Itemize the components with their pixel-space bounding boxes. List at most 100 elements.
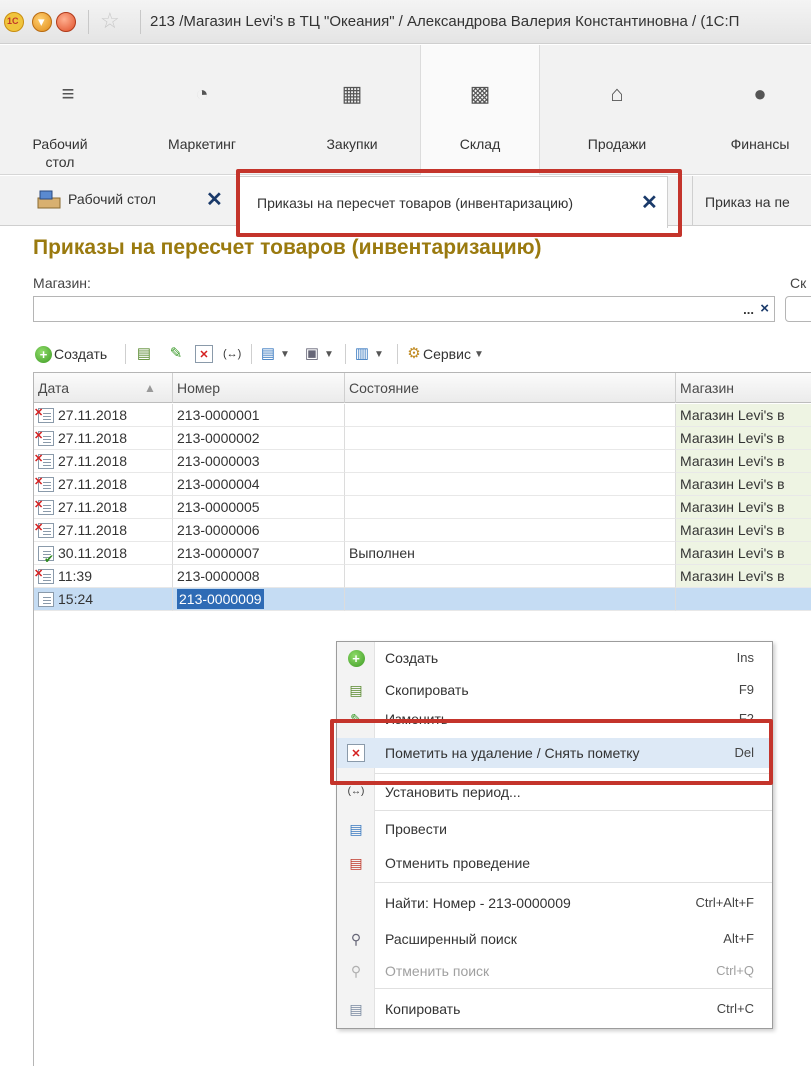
create-button[interactable]: + Создать: [35, 340, 107, 368]
deleted-doc-icon: [34, 565, 54, 586]
section-desktop[interactable]: ≡ Рабочий стол: [8, 45, 128, 175]
menu-item-create[interactable]: + Создать Ins: [337, 643, 772, 673]
menu-item-edit[interactable]: ✎ Изменить F2: [337, 704, 772, 734]
copy-button[interactable]: ▤: [135, 340, 153, 368]
table-row[interactable]: 11:39 213-0000008 Магазин Levi's в: [34, 565, 811, 588]
menu-item-mark-deletion[interactable]: ✕ Пометить на удаление / Снять пометку D…: [337, 738, 772, 768]
green-plus-icon: +: [347, 649, 365, 667]
menu-item-shortcut: F2: [738, 711, 754, 726]
deleted-doc-icon: [34, 496, 54, 517]
table-row[interactable]: 27.11.2018 213-0000001 Магазин Levi's в: [34, 404, 811, 427]
number-value-selected: 213-0000009: [177, 589, 264, 609]
menu-item-copy-text[interactable]: ▤ Копировать Ctrl+C: [337, 994, 772, 1024]
column-header-state[interactable]: Состояние: [345, 373, 676, 403]
deleted-doc-icon: [34, 450, 54, 471]
printer-icon: ▣: [304, 345, 320, 362]
section-marketing[interactable]: ◔ Маркетинг: [142, 45, 262, 175]
column-header-store[interactable]: Магазин: [676, 373, 811, 403]
main-menu-dropdown-icon[interactable]: [32, 12, 52, 32]
mark-delete-button[interactable]: ✕: [195, 340, 213, 368]
circle-menu-icon[interactable]: [56, 12, 76, 32]
table-row[interactable]: 27.11.2018 213-0000005 Магазин Levi's в: [34, 496, 811, 519]
app-logo-icon[interactable]: [4, 12, 24, 32]
date-cell: 27.11.2018: [34, 427, 173, 450]
menu-separator: [375, 773, 772, 774]
date-value: 27.11.2018: [58, 499, 128, 515]
reports-dropdown-button[interactable]: ▥ ▼: [353, 340, 384, 368]
store-cell: Магазин Levi's в: [676, 496, 811, 519]
menu-item-post[interactable]: ▤ Провести: [337, 814, 772, 844]
favorites-star-icon[interactable]: ☆: [100, 8, 120, 34]
window-title: 213 /Магазин Levi's в ТЦ "Океания" / Але…: [150, 13, 740, 30]
date-cell: 11:39: [34, 565, 173, 588]
warehouse-filter-input[interactable]: [785, 296, 811, 322]
menu-item-shortcut: Ins: [736, 650, 754, 665]
menu-item-set-period[interactable]: (↔) Установить период...: [337, 777, 772, 807]
menu-item-cancel-search[interactable]: ⚲ Отменить поиск Ctrl+Q: [337, 956, 772, 986]
select-button[interactable]: ...: [743, 302, 754, 317]
state-cell: Выполнен: [345, 542, 676, 565]
copy-doc-icon: ▤: [349, 682, 363, 698]
date-cell: 27.11.2018: [34, 450, 173, 473]
toolbar-divider: [251, 344, 252, 364]
open-windows-tabs: Рабочий стол ✕ Приказы на пересчет товар…: [0, 176, 811, 228]
store-filter-label: Магазин:: [33, 275, 91, 291]
store-filter-input[interactable]: ... ×: [33, 296, 775, 322]
section-label: Закупки: [326, 136, 378, 152]
section-finance[interactable]: ● Финансы: [700, 45, 811, 175]
section-sales[interactable]: ⌂ Продажи: [557, 45, 677, 175]
edit-button[interactable]: ✎: [167, 340, 185, 368]
menu-item-find[interactable]: Найти: Номер - 213-0000009 Ctrl+Alt+F: [337, 888, 772, 918]
clear-field-icon[interactable]: ×: [760, 300, 769, 317]
menu-item-unpost[interactable]: ▤ Отменить проведение: [337, 848, 772, 878]
service-dropdown-button[interactable]: ⚙ Сервис ▼: [405, 340, 484, 368]
menu-item-label: Найти: Номер - 213-0000009: [385, 895, 571, 911]
menu-item-shortcut: Ctrl+Alt+F: [695, 895, 754, 910]
print-dropdown-button[interactable]: ▣ ▼: [303, 340, 334, 368]
menu-item-label: Скопировать: [385, 682, 469, 698]
tab-label: Приказ на пе: [705, 194, 790, 210]
menu-item-shortcut: Del: [734, 745, 754, 760]
copy-icon: ▤: [349, 1001, 363, 1017]
cart-icon: ▦: [341, 81, 363, 106]
date-cell: 27.11.2018: [34, 404, 173, 427]
chevron-down-icon: ▼: [324, 348, 334, 360]
list-toolbar: + Создать ▤ ✎ ✕ (↔) ▤ ▼ ▣ ▼ ▥ ▼ ⚙ Сервис ▼: [33, 340, 793, 368]
deleted-doc-icon: [34, 427, 54, 448]
number-cell: 213-0000009: [173, 588, 345, 611]
tab-desktop[interactable]: Рабочий стол ✕: [30, 176, 235, 226]
menu-item-label: Отменить поиск: [385, 963, 490, 979]
column-header-number[interactable]: Номер: [173, 373, 345, 403]
table-row[interactable]: 27.11.2018 213-0000003 Магазин Levi's в: [34, 450, 811, 473]
menu-item-label: Пометить на удаление / Снять пометку: [385, 745, 640, 761]
close-tab-icon[interactable]: ✕: [641, 190, 658, 215]
tab-inventory-order[interactable]: Приказ на пе: [692, 176, 811, 226]
pie-chart-icon: ◔: [195, 81, 209, 106]
toolbar-divider: [345, 344, 346, 364]
menu-item-copy[interactable]: ▤ Скопировать F9: [337, 675, 772, 705]
section-purchases[interactable]: ▦ Закупки: [292, 45, 412, 175]
menu-item-advanced-search[interactable]: ⚲ Расширенный поиск Alt+F: [337, 924, 772, 954]
column-header-date[interactable]: Дата ▲: [34, 373, 173, 403]
date-cell: 30.11.2018: [34, 542, 173, 565]
menu-item-label: Создать: [385, 650, 439, 666]
menu-item-shortcut: Ctrl+C: [716, 1001, 754, 1016]
store-cell: Магазин Levi's в: [676, 404, 811, 427]
menu-item-shortcut: Ctrl+Q: [716, 963, 754, 978]
title-divider: [140, 10, 141, 34]
tab-inventory-orders[interactable]: Приказы на пересчет товаров (инвентариза…: [238, 176, 668, 228]
magnifier-icon: ⚲: [350, 931, 362, 947]
close-tab-icon[interactable]: ✕: [206, 187, 223, 212]
set-period-button[interactable]: (↔): [223, 340, 241, 368]
table-row[interactable]: 27.11.2018 213-0000002 Магазин Levi's в: [34, 427, 811, 450]
table-row[interactable]: 27.11.2018 213-0000004 Магазин Levi's в: [34, 473, 811, 496]
table-row[interactable]: 30.11.2018 213-0000007 Выполнен Магазин …: [34, 542, 811, 565]
section-warehouse[interactable]: ▩ Склад: [420, 45, 540, 175]
state-cell: [345, 427, 676, 450]
delete-mark-icon: ✕: [347, 744, 365, 762]
table-row[interactable]: 27.11.2018 213-0000006 Магазин Levi's в: [34, 519, 811, 542]
number-cell: 213-0000007: [173, 542, 345, 565]
date-value: 27.11.2018: [58, 407, 128, 423]
table-row-selected[interactable]: 15:24 213-0000009: [34, 588, 811, 611]
post-dropdown-button[interactable]: ▤ ▼: [259, 340, 290, 368]
